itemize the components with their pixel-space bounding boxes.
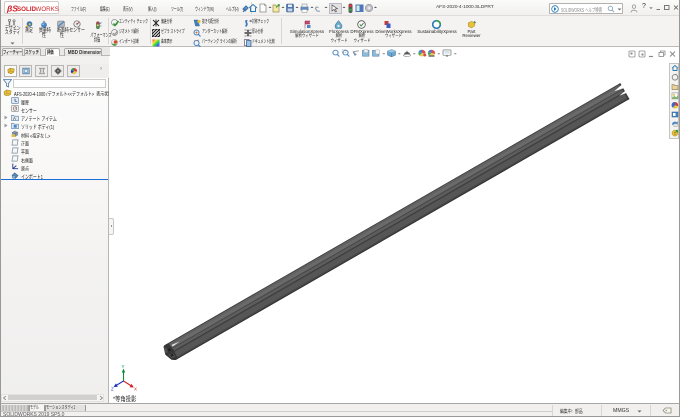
svg-text:SOLID: SOLID	[17, 6, 36, 13]
svg-text:Z: Z	[111, 387, 114, 392]
svg-text:A: A	[13, 116, 16, 121]
svg-text:Y: Y	[122, 364, 125, 369]
svg-text:X: X	[134, 387, 137, 392]
svg-text:WORKS: WORKS	[36, 6, 59, 13]
